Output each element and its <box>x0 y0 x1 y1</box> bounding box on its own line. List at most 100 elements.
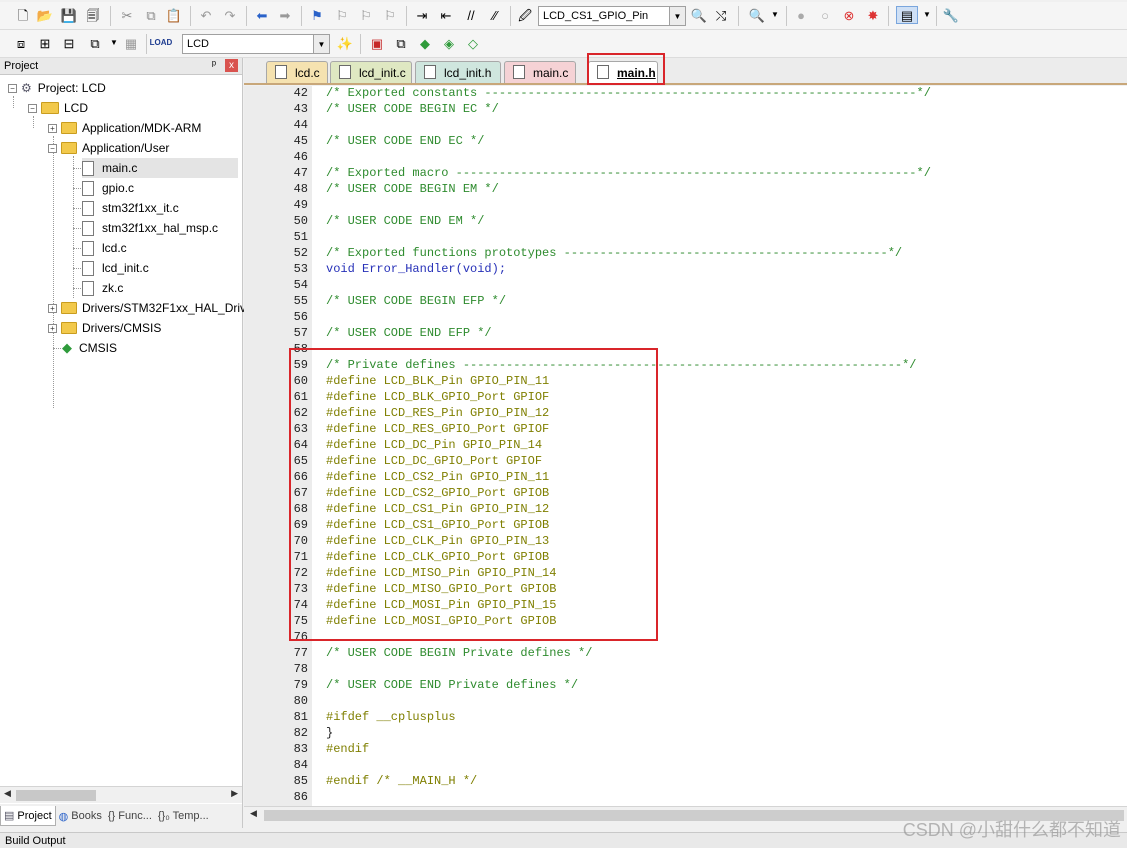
tree-group-mdk-arm[interactable]: + Application/MDK-ARM <box>48 118 201 138</box>
code-line[interactable]: 77 /* USER CODE BEGIN Private defines */ <box>244 646 1127 662</box>
code-line[interactable]: 84 <box>244 758 1127 774</box>
find-in-files-icon[interactable]: 🖉 <box>516 6 534 24</box>
code-line[interactable]: 44 <box>244 118 1127 134</box>
scroll-right-icon[interactable]: ▶ <box>231 788 238 799</box>
bookmark-icon[interactable]: ⚑ <box>308 6 326 24</box>
window-layout-dropdown-icon[interactable]: ▼ <box>918 6 936 24</box>
tree-group-cmsis[interactable]: + Drivers/CMSIS <box>48 318 161 338</box>
tree-file-main-c[interactable]: main.c <box>82 158 238 178</box>
find-combo[interactable]: LCD_CS1_GPIO_Pin ▼ <box>538 6 686 26</box>
tab-lcd-init-c[interactable]: lcd_init.c <box>330 61 412 83</box>
tab-project[interactable]: ▤ Project <box>0 806 56 826</box>
tree-file-lcd-init-c[interactable]: lcd_init.c <box>82 258 149 278</box>
tree-project-root[interactable]: − ⚙ Project: LCD <box>8 78 106 98</box>
redo-icon[interactable]: ↷ <box>221 6 239 24</box>
build-icon[interactable]: ⊞ <box>36 34 54 52</box>
code-line[interactable]: 47 /* Exported macro --------------------… <box>244 166 1127 182</box>
window-layout-icon[interactable]: ▤ <box>896 6 918 24</box>
collapse-icon[interactable]: − <box>8 83 17 93</box>
tree-file-stm32f1xx-it-c[interactable]: stm32f1xx_it.c <box>82 198 179 218</box>
cut-icon[interactable]: ✂ <box>118 6 136 24</box>
expand-icon[interactable]: + <box>48 123 57 133</box>
incremental-find-icon[interactable]: ⤭ <box>712 6 730 24</box>
code-line[interactable]: 53 void Error_Handler(void); <box>244 262 1127 278</box>
tree-group-hal-driver[interactable]: + Drivers/STM32F1xx_HAL_Driv <box>48 298 246 318</box>
code-line[interactable]: 57 /* USER CODE END EFP */ <box>244 326 1127 342</box>
target-options-icon[interactable]: ✨ <box>336 34 354 52</box>
chevron-down-icon[interactable]: ▼ <box>313 35 329 53</box>
undo-icon[interactable]: ↶ <box>197 6 215 24</box>
code-line[interactable]: 79 /* USER CODE END Private defines */ <box>244 678 1127 694</box>
translate-icon[interactable]: ⧈ <box>12 34 30 52</box>
code-line[interactable]: 45 /* USER CODE END EC */ <box>244 134 1127 150</box>
tree-component-cmsis[interactable]: ◆ CMSIS <box>62 338 117 358</box>
collapse-icon[interactable]: − <box>28 103 37 113</box>
tab-books[interactable]: ◍ Books <box>56 807 105 826</box>
breakpoint-icon[interactable]: ● <box>792 6 810 24</box>
manage-components-icon[interactable]: ▣ <box>368 34 386 52</box>
close-icon[interactable]: x <box>225 59 238 72</box>
code-line[interactable]: 78 <box>244 662 1127 678</box>
tab-lcd-c[interactable]: lcd.c <box>266 61 328 83</box>
code-line[interactable]: 85 #endif /* __MAIN_H */ <box>244 774 1127 790</box>
tree-file-gpio-c[interactable]: gpio.c <box>82 178 134 198</box>
code-line[interactable]: 86 <box>244 790 1127 806</box>
nav-forward-icon[interactable]: ➡ <box>276 6 294 24</box>
tree-file-stm32f1xx-hal-msp-c[interactable]: stm32f1xx_hal_msp.c <box>82 218 218 238</box>
new-file-icon[interactable]: 🗋 <box>14 6 32 24</box>
tree-target[interactable]: − LCD <box>28 98 88 118</box>
rebuild-icon[interactable]: ⊟ <box>60 34 78 52</box>
tab-templates[interactable]: {}₀ Temp... <box>155 807 212 825</box>
stop-build-icon[interactable]: ▦ <box>122 34 140 52</box>
save-icon[interactable]: 💾 <box>60 6 78 24</box>
code-line[interactable]: 56 <box>244 310 1127 326</box>
open-file-icon[interactable]: 📂 <box>36 6 54 24</box>
target-select[interactable]: LCD ▼ <box>182 34 330 54</box>
code-line[interactable]: 54 <box>244 278 1127 294</box>
chevron-down-icon[interactable]: ▼ <box>669 7 685 25</box>
file-extensions-icon[interactable]: ⧉ <box>392 34 410 52</box>
bookmark-next-icon[interactable]: ⚐ <box>357 6 375 24</box>
copy-icon[interactable]: ⧉ <box>142 6 160 24</box>
code-line[interactable]: 52 /* Exported functions prototypes -----… <box>244 246 1127 262</box>
indent-icon[interactable]: ⇥ <box>413 6 431 24</box>
code-line[interactable]: 48 /* USER CODE BEGIN EM */ <box>244 182 1127 198</box>
manage-rte-icon[interactable]: ◆ <box>416 34 434 52</box>
breakpoint-kill-all-icon[interactable]: ✸ <box>864 6 882 24</box>
tree-file-lcd-c[interactable]: lcd.c <box>82 238 127 258</box>
debug-icon[interactable]: 🔍 <box>748 6 766 24</box>
tab-functions[interactable]: {} Func... <box>105 807 155 825</box>
breakpoint-disable-icon[interactable]: ○ <box>816 6 834 24</box>
download-icon[interactable]: LOAD <box>150 34 173 52</box>
tree-file-zk-c[interactable]: zk.c <box>82 278 123 298</box>
save-all-icon[interactable]: 🗐 <box>84 6 102 24</box>
batch-build-dropdown-icon[interactable]: ▼ <box>105 34 123 52</box>
code-line[interactable]: 43 /* USER CODE BEGIN EC */ <box>244 102 1127 118</box>
code-line[interactable]: 49 <box>244 198 1127 214</box>
paste-icon[interactable]: 📋 <box>165 6 183 24</box>
nav-back-icon[interactable]: ⬅ <box>253 6 271 24</box>
bookmark-clear-icon[interactable]: ⚐ <box>381 6 399 24</box>
code-line[interactable]: 83 #endif <box>244 742 1127 758</box>
project-horizontal-scrollbar[interactable]: ◀ ▶ <box>0 786 242 803</box>
expand-icon[interactable]: + <box>48 323 57 333</box>
unindent-icon[interactable]: ⇤ <box>437 6 455 24</box>
tab-main-c[interactable]: main.c <box>504 61 576 83</box>
code-line[interactable]: 42 /* Exported constants ----------------… <box>244 86 1127 102</box>
collapse-icon[interactable]: − <box>48 143 57 153</box>
tab-lcd-init-h[interactable]: lcd_init.h <box>415 61 501 83</box>
tree-group-application-user[interactable]: − Application/User <box>48 138 169 158</box>
scroll-thumb[interactable] <box>16 790 96 801</box>
code-line[interactable]: 80 <box>244 694 1127 710</box>
scroll-left-icon[interactable]: ◀ <box>4 788 11 799</box>
code-line[interactable]: 51 <box>244 230 1127 246</box>
expand-icon[interactable]: + <box>48 303 57 313</box>
breakpoint-disable-all-icon[interactable]: ⊗ <box>840 6 858 24</box>
code-line[interactable]: 55 /* USER CODE BEGIN EFP */ <box>244 294 1127 310</box>
bookmark-prev-icon[interactable]: ⚐ <box>333 6 351 24</box>
code-line[interactable]: 82} <box>244 726 1127 742</box>
code-line[interactable]: 50 /* USER CODE END EM */ <box>244 214 1127 230</box>
pack-installer-icon[interactable]: ◇ <box>464 34 482 52</box>
code-line[interactable]: 46 <box>244 150 1127 166</box>
configure-icon[interactable]: 🔧 <box>942 6 960 24</box>
